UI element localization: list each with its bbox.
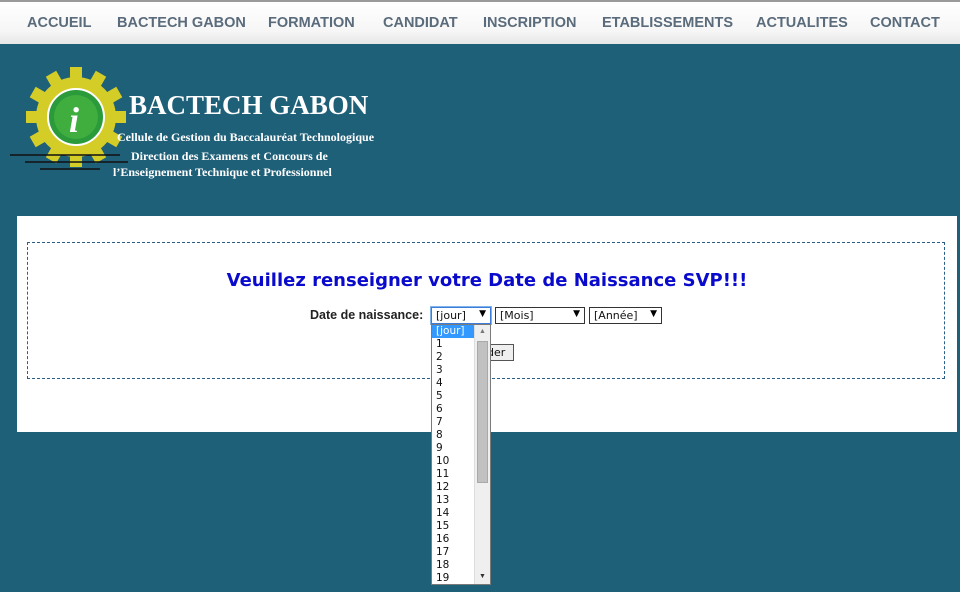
nav-item-bactech-gabon[interactable]: BACTECH GABON bbox=[117, 15, 246, 31]
month-select-value: [Mois] bbox=[500, 309, 534, 322]
day-option[interactable]: 19 bbox=[432, 572, 478, 584]
nav-item-contact[interactable]: CONTACT bbox=[870, 15, 940, 31]
dropdown-scrollbar[interactable]: ▲ ▼ bbox=[474, 325, 490, 584]
day-option[interactable]: 1 bbox=[432, 338, 478, 351]
day-option[interactable]: 15 bbox=[432, 520, 478, 533]
dob-label: Date de naissance: bbox=[310, 308, 424, 322]
brand-title: BACTECH GABON bbox=[129, 90, 369, 120]
day-option[interactable]: 6 bbox=[432, 403, 478, 416]
logo-letter: i bbox=[69, 100, 79, 140]
day-option[interactable]: 7 bbox=[432, 416, 478, 429]
day-option[interactable]: 12 bbox=[432, 481, 478, 494]
year-select[interactable]: [Année] ▼ bbox=[589, 307, 662, 324]
brand-subtitle-line-1: Cellule de Gestion du Baccalauréat Techn… bbox=[117, 130, 375, 144]
day-option[interactable]: 16 bbox=[432, 533, 478, 546]
day-option[interactable]: 4 bbox=[432, 377, 478, 390]
day-select-value: [jour] bbox=[436, 309, 466, 322]
day-option[interactable]: 5 bbox=[432, 390, 478, 403]
nav-item-accueil[interactable]: ACCUEIL bbox=[27, 15, 91, 31]
day-option[interactable]: [jour] bbox=[432, 325, 478, 338]
nav-item-actualites[interactable]: ACTUALITES bbox=[756, 15, 848, 31]
month-select[interactable]: [Mois] ▼ bbox=[495, 307, 585, 324]
form-heading: Veuillez renseigner votre Date de Naissa… bbox=[226, 270, 748, 291]
scroll-down-arrow-icon[interactable]: ▼ bbox=[475, 570, 490, 584]
year-select-value: [Année] bbox=[594, 309, 638, 322]
dropdown-arrow-icon: ▼ bbox=[479, 309, 486, 319]
day-option[interactable]: 3 bbox=[432, 364, 478, 377]
scroll-up-arrow-icon[interactable]: ▲ bbox=[475, 325, 490, 339]
nav-item-etablissements[interactable]: ETABLISSEMENTS bbox=[602, 15, 733, 31]
day-option[interactable]: 18 bbox=[432, 559, 478, 572]
day-select[interactable]: [jour] ▼ bbox=[430, 306, 492, 325]
day-option[interactable]: 8 bbox=[432, 429, 478, 442]
top-nav-bar: ACCUEIL BACTECH GABON FORMATION CANDIDAT… bbox=[0, 0, 960, 44]
day-option[interactable]: 10 bbox=[432, 455, 478, 468]
dropdown-arrow-icon: ▼ bbox=[573, 309, 580, 319]
day-option[interactable]: 14 bbox=[432, 507, 478, 520]
nav-item-formation[interactable]: FORMATION bbox=[268, 15, 355, 31]
nav-item-inscription[interactable]: INSCRIPTION bbox=[483, 15, 576, 31]
day-dropdown-list[interactable]: [jour] 1 2 3 4 5 6 7 8 9 10 11 12 13 14 15 16 17 18 19 ▲ ▼ bbox=[431, 324, 491, 585]
day-option[interactable]: 17 bbox=[432, 546, 478, 559]
day-option[interactable]: 2 bbox=[432, 351, 478, 364]
day-option[interactable]: 9 bbox=[432, 442, 478, 455]
day-option[interactable]: 13 bbox=[432, 494, 478, 507]
brand-subtitle-line-2: Direction des Examens et Concours de bbox=[131, 149, 328, 163]
scrollbar-thumb[interactable] bbox=[477, 341, 488, 483]
dropdown-arrow-icon: ▼ bbox=[650, 309, 657, 319]
nav-item-candidat[interactable]: CANDIDAT bbox=[383, 15, 458, 31]
brand-subtitle-line-3: l’Enseignement Technique et Professionne… bbox=[113, 165, 332, 179]
day-option[interactable]: 11 bbox=[432, 468, 478, 481]
